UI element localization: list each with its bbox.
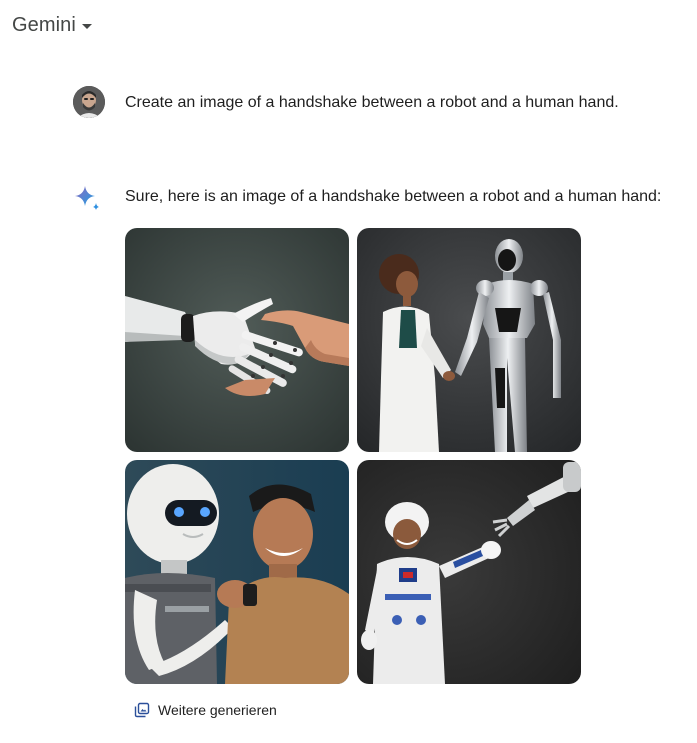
generate-more-label: Weitere generieren bbox=[158, 702, 277, 718]
assistant-reply-text: Sure, here is an image of a handshake be… bbox=[125, 188, 662, 205]
gemini-sparkle-icon bbox=[75, 186, 99, 210]
caret-down-icon bbox=[81, 24, 92, 29]
image-grid bbox=[125, 228, 581, 684]
generated-image-2[interactable] bbox=[357, 228, 581, 452]
user-message: Create an image of a handshake between a… bbox=[73, 86, 619, 118]
user-prompt-text: Create an image of a handshake between a… bbox=[125, 94, 619, 111]
generated-image-3[interactable] bbox=[125, 460, 349, 684]
model-switcher[interactable]: Gemini bbox=[12, 14, 92, 37]
generated-image-1[interactable] bbox=[125, 228, 349, 452]
generate-more-button[interactable]: Weitere generieren bbox=[130, 697, 283, 723]
image-stack-icon bbox=[134, 702, 150, 718]
generated-image-4[interactable] bbox=[357, 460, 581, 684]
user-avatar bbox=[73, 86, 105, 118]
app-title: Gemini bbox=[12, 14, 76, 36]
